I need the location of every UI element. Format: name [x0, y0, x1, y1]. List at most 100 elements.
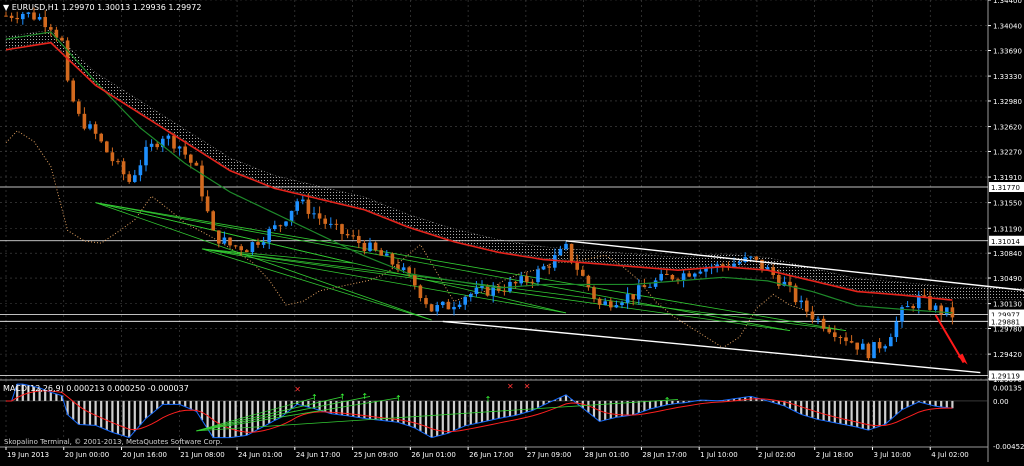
candle-body	[530, 281, 535, 283]
signal-up-icon: ↑	[395, 394, 402, 403]
candle-body	[569, 243, 574, 262]
candle-body	[821, 318, 826, 329]
macd-axis-label: -0.00452	[993, 443, 1024, 451]
candle-body	[261, 242, 266, 245]
signal-line	[6, 390, 953, 433]
candle-body	[805, 300, 809, 312]
price-candles	[4, 7, 955, 361]
candle-body	[799, 300, 803, 303]
candle-body	[693, 273, 697, 277]
dropdown-triangle-icon[interactable]: ▼	[3, 3, 9, 12]
time-axis[interactable]: 19 Jun 2013 20 Jun 00:00 20 Jun 16:00 21 Ju…	[5, 447, 969, 459]
candle-body	[267, 228, 271, 243]
candle-body	[525, 276, 529, 282]
candle-body	[88, 124, 92, 129]
candle-body	[239, 246, 243, 251]
time-tick-label: 24 Jun 01:00	[238, 451, 282, 459]
candle-body	[446, 301, 451, 310]
candle-body	[205, 196, 210, 212]
forecast-arrow-line[interactable]	[934, 314, 965, 364]
candle-body	[26, 12, 31, 14]
time-tick-label: 1 Jul 10:00	[700, 451, 738, 459]
candle-body	[424, 298, 428, 305]
candle-body	[250, 242, 255, 253]
candle-body	[553, 255, 557, 268]
candle-body	[105, 141, 109, 153]
signal-up-icon: ↑	[361, 392, 368, 401]
candle-body	[541, 266, 546, 270]
time-tick-label: 28 Jun 17:00	[642, 451, 686, 459]
price-tick-label: 1.32980	[993, 98, 1022, 106]
candle-body	[788, 281, 792, 286]
macd-axis-label: 0.00	[993, 398, 1009, 406]
candle-body	[810, 311, 815, 320]
candle-body	[536, 269, 540, 283]
signal-up-icon: ↑	[485, 395, 492, 404]
candle-body	[82, 113, 87, 129]
price-tick-label: 1.30130	[993, 301, 1022, 309]
candle-body	[469, 294, 473, 298]
candle-body	[889, 337, 893, 347]
price-level-label: 1.29881	[991, 318, 1020, 326]
candle-body	[631, 294, 635, 300]
candle-body	[939, 305, 943, 315]
candle-body	[609, 301, 613, 308]
candle-body	[306, 199, 311, 214]
price-tick-label: 1.31910	[993, 174, 1022, 182]
candle-body	[519, 276, 523, 284]
candle-body	[133, 175, 137, 182]
candle-body	[149, 143, 154, 147]
price-tick-label: 1.29780	[993, 326, 1022, 334]
candle-body	[155, 143, 159, 148]
price-axis[interactable]: 1.34400 1.34040 1.33690 1.33330 1.32980 1.326…	[988, 0, 1024, 451]
candle-body	[558, 248, 563, 256]
candle-body	[390, 253, 395, 265]
time-tick-label: 2 Jul 02:00	[758, 451, 796, 459]
candle-body	[77, 101, 81, 114]
signal-up-icon: ↑	[664, 396, 671, 405]
price-tick-label: 1.30490	[993, 275, 1022, 283]
candle-body	[211, 211, 215, 231]
candle-body	[15, 17, 19, 20]
macd-title: MACD(12,26,9) 0.000213 0.000250 -0.00003…	[3, 384, 189, 393]
price-level-label: 1.31014	[991, 238, 1020, 246]
candle-body	[866, 343, 871, 359]
candle-body	[435, 305, 439, 312]
candle-body	[413, 274, 417, 286]
cloud-area	[5, 29, 1024, 301]
candle-body	[228, 237, 232, 246]
candle-body	[698, 271, 703, 274]
signal-down-icon: ✕	[294, 385, 301, 394]
candle-body	[233, 245, 238, 247]
candle-body	[418, 285, 423, 299]
candle-body	[71, 80, 75, 102]
candle-body	[189, 154, 193, 163]
time-tick-label: 4 Jul 02:00	[931, 451, 969, 459]
candle-body	[749, 256, 753, 258]
candle-body	[4, 15, 8, 17]
candle-body	[681, 273, 686, 281]
candle-body	[373, 242, 378, 251]
candle-body	[295, 201, 299, 211]
candle-body	[922, 295, 927, 297]
candle-body	[513, 281, 518, 284]
copyright-text: Skopalino Terminal, © 2001-2013, MetaQuo…	[4, 438, 223, 446]
candle-body	[43, 17, 47, 28]
time-tick-label: 19 Jun 2013	[7, 451, 49, 459]
signal-up-icon: ↑	[311, 393, 318, 402]
candle-body	[116, 161, 120, 163]
candle-body	[637, 285, 641, 300]
chart-window[interactable]: ↑ ↑ ↑ ↑ ↑ ↑ ✕ ✕ ✕ 1.34400 1.34040 1.33690 1.33330 1.…	[0, 0, 1024, 462]
time-tick-label: 27 Jun 09:00	[527, 451, 571, 459]
candle-body	[312, 213, 316, 215]
candle-body	[323, 218, 327, 224]
candle-body	[429, 304, 434, 312]
candle-body	[217, 230, 221, 244]
candle-body	[351, 235, 355, 237]
channel-lower-line[interactable]	[442, 320, 981, 374]
fan-line	[95, 202, 432, 321]
candle-body	[121, 161, 126, 175]
candle-body	[317, 213, 322, 219]
symbol-title: EURUSD,H1	[11, 3, 59, 12]
time-tick-label: 3 Jul 10:00	[873, 451, 911, 459]
